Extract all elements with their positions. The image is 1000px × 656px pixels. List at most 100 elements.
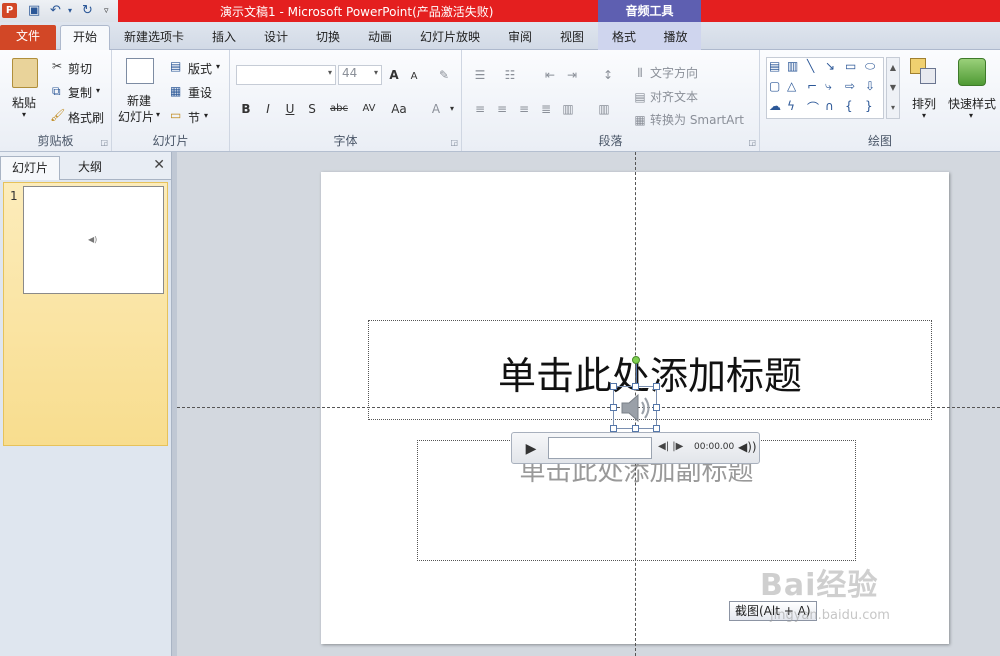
- align-center-icon[interactable]: ≡: [492, 100, 512, 118]
- tab-playback[interactable]: 播放: [650, 22, 701, 50]
- tab-insert[interactable]: 插入: [204, 26, 244, 50]
- save-icon[interactable]: ▣: [28, 3, 40, 19]
- resize-handle-bl[interactable]: [610, 425, 617, 432]
- resize-handle-br[interactable]: [653, 425, 660, 432]
- tab-slides[interactable]: 幻灯片: [0, 156, 60, 180]
- gallery-up-icon[interactable]: ▲: [887, 58, 899, 78]
- bold-button[interactable]: B: [236, 100, 256, 118]
- arc-shape-icon[interactable]: ∩: [825, 99, 834, 113]
- tab-slideshow[interactable]: 幻灯片放映: [412, 26, 488, 50]
- new-slide-dropdown-icon[interactable]: ▾: [156, 110, 160, 119]
- convert-smartart-button[interactable]: 转换为 SmartArt: [650, 111, 744, 128]
- resize-handle-t[interactable]: [632, 383, 639, 390]
- format-painter-button[interactable]: 格式刷: [68, 109, 104, 126]
- tab-review[interactable]: 审阅: [500, 26, 540, 50]
- shadow-button[interactable]: S: [302, 100, 322, 118]
- quick-styles-button[interactable]: 快速样式: [948, 95, 996, 112]
- tab-file[interactable]: 文件: [0, 25, 56, 50]
- text-direction-button[interactable]: 文字方向: [650, 64, 698, 81]
- copy-button[interactable]: 复制: [68, 84, 92, 101]
- close-pane-icon[interactable]: ✕: [153, 157, 165, 173]
- cut-button[interactable]: 剪切: [68, 60, 92, 77]
- vertical-textbox-shape-icon[interactable]: ▥: [787, 59, 798, 73]
- copy-icon[interactable]: ⧉: [52, 84, 61, 99]
- shrink-font-button[interactable]: A: [404, 68, 424, 86]
- align-text-button[interactable]: 对齐文本: [650, 88, 698, 105]
- tab-home[interactable]: 开始: [60, 25, 110, 50]
- change-case-button[interactable]: Aa: [386, 100, 412, 118]
- arrow-line-shape-icon[interactable]: ↘: [825, 59, 835, 73]
- left-brace-shape-icon[interactable]: {: [845, 99, 853, 113]
- elbow-connector-shape-icon[interactable]: ⌐: [807, 79, 817, 93]
- resize-handle-tl[interactable]: [610, 383, 617, 390]
- reset-button[interactable]: 重设: [188, 84, 212, 101]
- align-left-icon[interactable]: ≡: [470, 100, 490, 118]
- tab-outline[interactable]: 大纲: [60, 156, 120, 180]
- copy-dropdown-icon[interactable]: ▾: [96, 86, 100, 95]
- line-shape-icon[interactable]: ╲: [807, 59, 814, 73]
- resize-handle-r[interactable]: [653, 404, 660, 411]
- undo-dropdown-icon[interactable]: ▾: [68, 3, 72, 19]
- curve-shape-icon[interactable]: ⌒: [807, 99, 819, 116]
- lightning-shape-icon[interactable]: ϟ: [787, 99, 795, 113]
- quick-styles-dropdown-icon[interactable]: ▾: [969, 111, 973, 120]
- align-text-icon[interactable]: ▤: [630, 88, 650, 106]
- volume-icon[interactable]: ◀)): [738, 440, 757, 454]
- layout-button[interactable]: 版式: [188, 60, 212, 77]
- resize-handle-tr[interactable]: [653, 383, 660, 390]
- tab-format[interactable]: 格式: [598, 22, 650, 50]
- distributed-icon[interactable]: ▥: [558, 100, 578, 118]
- columns-icon[interactable]: ▥: [594, 100, 614, 118]
- right-brace-shape-icon[interactable]: }: [865, 99, 873, 113]
- rotation-handle[interactable]: [632, 356, 640, 364]
- section-icon[interactable]: ▭: [170, 108, 181, 122]
- reset-icon[interactable]: ▦: [170, 84, 181, 98]
- new-slide-icon[interactable]: [126, 58, 154, 84]
- section-button[interactable]: 节: [188, 109, 200, 126]
- underline-button[interactable]: U: [280, 100, 300, 118]
- paragraph-launcher-icon[interactable]: ◲: [748, 138, 756, 147]
- new-slide-button-line1[interactable]: 新建: [127, 92, 151, 109]
- decrease-indent-icon[interactable]: ⇤: [540, 66, 560, 84]
- undo-icon[interactable]: ↶: [50, 3, 61, 19]
- section-dropdown-icon[interactable]: ▾: [204, 111, 208, 120]
- tab-transitions[interactable]: 切换: [308, 26, 348, 50]
- tab-new-tab[interactable]: 新建选项卡: [116, 26, 192, 50]
- strikethrough-button[interactable]: abc: [326, 100, 352, 118]
- arrange-button[interactable]: 排列: [912, 95, 936, 112]
- textbox-shape-icon[interactable]: ▤: [769, 59, 780, 73]
- shapes-gallery-scroll[interactable]: ▲ ▼ ▾: [886, 57, 900, 119]
- elbow-arrow-shape-icon[interactable]: ⤷: [825, 79, 832, 94]
- quick-styles-icon[interactable]: [958, 58, 986, 86]
- horizontal-guide[interactable]: [177, 407, 1000, 408]
- bullets-icon[interactable]: ☰: [470, 66, 490, 84]
- gallery-more-icon[interactable]: ▾: [887, 98, 899, 118]
- down-arrow-shape-icon[interactable]: ⇩: [865, 79, 875, 93]
- play-icon[interactable]: ▶: [518, 439, 544, 459]
- line-spacing-icon[interactable]: ↕: [598, 66, 618, 84]
- text-direction-icon[interactable]: ⫴: [630, 64, 650, 82]
- powerpoint-app-icon[interactable]: P: [2, 3, 17, 18]
- freeform-shape-icon[interactable]: ☁: [769, 99, 781, 113]
- tab-view[interactable]: 视图: [552, 26, 592, 50]
- font-launcher-icon[interactable]: ◲: [450, 138, 458, 147]
- tab-animations[interactable]: 动画: [360, 26, 400, 50]
- cut-icon[interactable]: ✂: [52, 59, 62, 73]
- shapes-gallery[interactable]: ▤ ▥ ╲ ↘ ▭ ⬭ ▢ △ ⌐ ⤷ ⇨ ⇩ ☁ ϟ ⌒ ∩ { }: [766, 57, 884, 119]
- resize-handle-b[interactable]: [632, 425, 639, 432]
- clear-format-icon[interactable]: ✎: [434, 66, 454, 84]
- triangle-shape-icon[interactable]: △: [787, 79, 796, 93]
- slide-thumbnail[interactable]: ◀): [23, 186, 164, 294]
- gallery-down-icon[interactable]: ▼: [887, 78, 899, 98]
- customize-qat-icon[interactable]: ▿: [104, 3, 109, 19]
- layout-dropdown-icon[interactable]: ▾: [216, 62, 220, 71]
- arrange-dropdown-icon[interactable]: ▾: [922, 111, 926, 120]
- clipboard-launcher-icon[interactable]: ◲: [100, 138, 108, 147]
- rectangle-shape-icon[interactable]: ▭: [845, 59, 856, 73]
- rounded-rect-shape-icon[interactable]: ▢: [769, 79, 780, 93]
- paste-button[interactable]: 粘贴: [12, 94, 36, 111]
- font-name-dropdown[interactable]: ▾: [236, 65, 336, 85]
- char-spacing-button[interactable]: AV: [356, 100, 382, 118]
- grow-font-button[interactable]: A: [384, 66, 404, 84]
- smartart-icon[interactable]: ▦: [630, 111, 650, 129]
